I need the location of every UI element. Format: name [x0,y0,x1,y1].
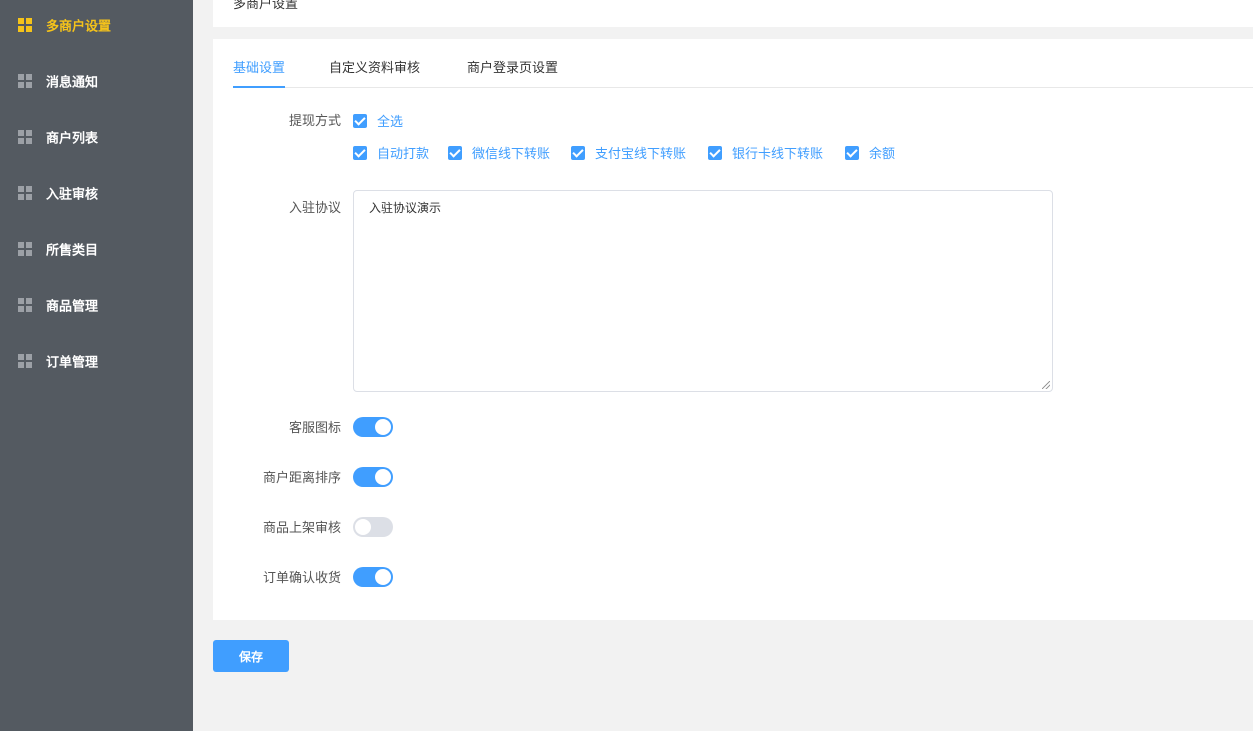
grid-icon [18,18,32,32]
service-icon-label: 客服图标 [288,421,341,436]
settings-panel: 基础设置 自定义资料审核 商户登录页设置 提现方式 全选 自动打款 微信线下转账… [213,39,1253,620]
order-confirm-receipt-toggle[interactable] [353,567,393,587]
sidebar-item-notifications[interactable]: 消息通知 [0,53,193,109]
tab-custom-profile-review[interactable]: 自定义资料审核 [329,39,420,88]
toggle-knob [355,519,371,535]
checkbox-label: 微信线下转账 [472,147,551,162]
sidebar: 多商户设置 消息通知 商户列表 入驻审核 所售类目 商品管理 订单管理 [0,0,193,731]
checkbox-checked-icon [353,113,367,128]
alipay-offline-checkbox[interactable]: 支付宝线下转账 [571,143,686,162]
breadcrumb: 多商户设置 [233,0,299,12]
grid-icon [18,354,32,368]
checkbox-label: 银行卡线下转账 [732,147,824,162]
checkbox-checked-icon [571,145,585,160]
agreement-label: 入驻协议 [288,201,341,216]
checkbox-checked-icon [353,145,367,160]
grid-icon [18,186,32,200]
sidebar-item-label: 商户列表 [46,131,99,147]
service-icon-toggle[interactable] [353,417,393,437]
withdraw-method-label: 提现方式 [288,114,341,129]
distance-sort-label: 商户距离排序 [262,471,341,486]
toggle-knob [375,419,391,435]
save-button[interactable]: 保存 [213,640,289,672]
grid-icon [18,298,32,312]
product-listing-review-label: 商品上架审核 [262,521,341,536]
sidebar-item-label: 消息通知 [46,75,99,91]
checkbox-label: 余额 [869,147,896,162]
sidebar-item-merchant-list[interactable]: 商户列表 [0,109,193,165]
checkbox-label: 支付宝线下转账 [595,147,687,162]
toggle-knob [375,569,391,585]
order-confirm-receipt-label: 订单确认收货 [262,571,341,586]
checkbox-checked-icon [708,145,722,160]
product-listing-review-toggle[interactable] [353,517,393,537]
header-bar: 多商户设置 [213,0,1253,27]
checkbox-checked-icon [448,145,462,160]
sidebar-item-label: 商品管理 [46,299,99,315]
sidebar-item-products[interactable]: 商品管理 [0,277,193,333]
select-all-checkbox[interactable]: 全选 [353,111,403,130]
agreement-textarea[interactable]: 入驻协议演示 [353,190,1053,392]
sidebar-item-orders[interactable]: 订单管理 [0,333,193,389]
balance-checkbox[interactable]: 余额 [845,143,895,162]
grid-icon [18,130,32,144]
sidebar-item-label: 所售类目 [46,243,99,259]
sidebar-item-multi-merchant-settings[interactable]: 多商户设置 [0,0,193,53]
wechat-offline-checkbox[interactable]: 微信线下转账 [448,143,550,162]
grid-icon [18,74,32,88]
agreement-text: 入驻协议演示 [369,201,442,215]
checkbox-label: 自动打款 [377,147,430,162]
tab-basic-settings[interactable]: 基础设置 [233,39,286,88]
distance-sort-toggle[interactable] [353,467,393,487]
sidebar-item-label: 入驻审核 [46,187,99,203]
resize-handle-icon[interactable] [1042,381,1050,389]
auto-payout-checkbox[interactable]: 自动打款 [353,143,429,162]
sidebar-item-onboarding-review[interactable]: 入驻审核 [0,165,193,221]
toggle-knob [375,469,391,485]
sidebar-item-categories[interactable]: 所售类目 [0,221,193,277]
tab-bar: 基础设置 自定义资料审核 商户登录页设置 [233,39,1253,88]
sidebar-item-label: 订单管理 [46,355,99,371]
grid-icon [18,242,32,256]
sidebar-item-label: 多商户设置 [46,19,112,35]
checkbox-checked-icon [845,145,859,160]
bank-card-offline-checkbox[interactable]: 银行卡线下转账 [708,143,823,162]
checkbox-label: 全选 [377,115,404,130]
tab-merchant-login-settings[interactable]: 商户登录页设置 [467,39,558,88]
